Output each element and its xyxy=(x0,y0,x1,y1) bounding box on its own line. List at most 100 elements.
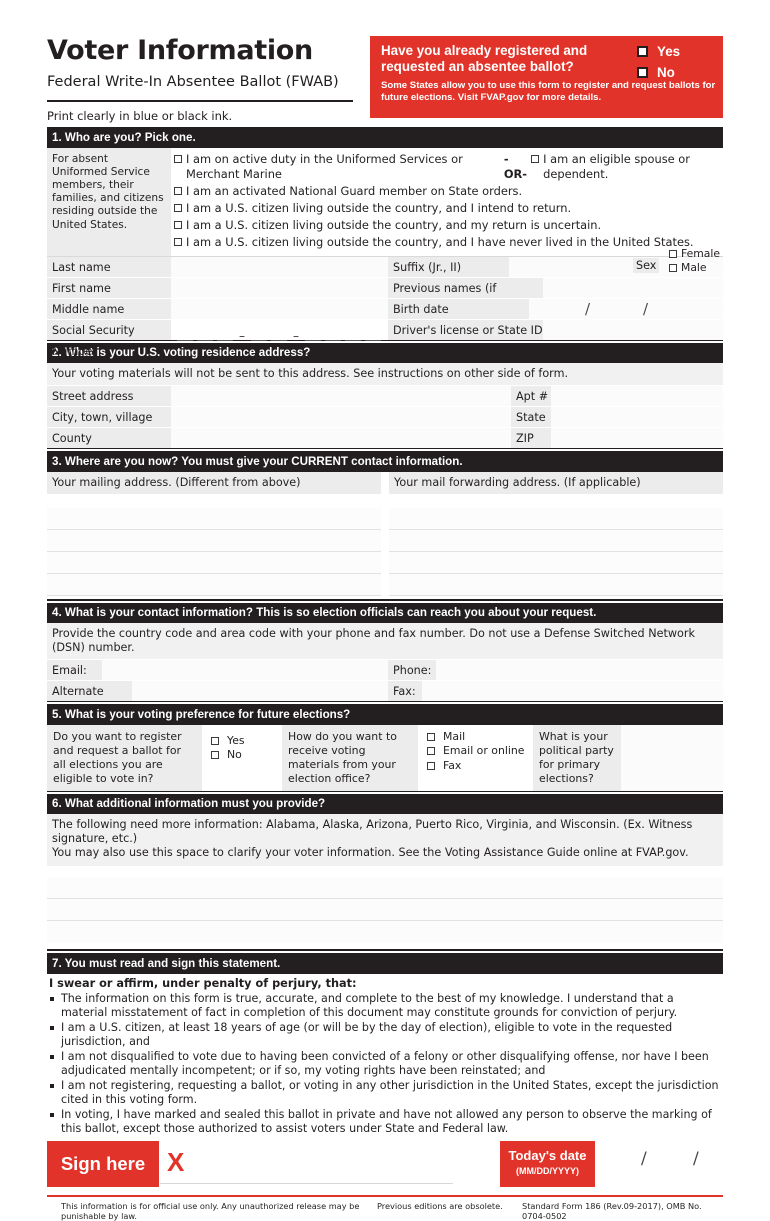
ssn-input[interactable]: – – xyxy=(171,319,388,343)
section-2-note: Your voting materials will not be sent t… xyxy=(47,363,723,387)
checkbox-icon[interactable] xyxy=(427,732,435,741)
apt-input[interactable] xyxy=(551,386,723,407)
checkbox-icon[interactable] xyxy=(174,154,182,163)
row-county: County ZIP xyxy=(47,428,723,450)
option-citizen-intend-return[interactable]: I am a U.S. citizen living outside the c… xyxy=(174,201,723,217)
checkbox-icon[interactable] xyxy=(669,250,677,259)
political-party-question: What is your political party for primary… xyxy=(533,724,621,791)
section-3-heading: 3. Where are you now? You must give your… xyxy=(47,451,723,472)
ssn-dash-icon: – xyxy=(239,328,245,343)
row-street-address: Street address Apt # xyxy=(47,386,723,408)
receive-email-option[interactable]: Email or online xyxy=(424,744,527,759)
affirmation-bullet-text: The information on this form is true, ac… xyxy=(61,991,678,1019)
mailing-address-line[interactable] xyxy=(47,529,381,552)
email-input[interactable] xyxy=(102,660,388,681)
checkbox-icon[interactable] xyxy=(669,264,677,273)
register-no-option[interactable]: No xyxy=(208,748,276,763)
affirmation-bullet-text: I am not disqualified to vote due to hav… xyxy=(61,1049,709,1077)
city-input[interactable] xyxy=(171,407,511,428)
section-3-content: Your mailing address. (Different from ab… xyxy=(47,471,723,596)
ssn-digit[interactable] xyxy=(197,327,213,341)
ssn-digit[interactable] xyxy=(217,327,233,341)
middle-name-input[interactable] xyxy=(171,298,388,319)
ssn-digit[interactable] xyxy=(271,327,287,341)
affirmation-bullet: I am a U.S. citizen, at least 18 years o… xyxy=(47,1021,723,1049)
affirmation-bullet-text: I am a U.S. citizen, at least 18 years o… xyxy=(61,1020,673,1048)
county-input[interactable] xyxy=(171,428,511,449)
state-input[interactable] xyxy=(551,407,723,428)
alternate-email-input[interactable] xyxy=(132,681,388,702)
checkbox-icon[interactable] xyxy=(174,187,182,196)
section-1-content: For absent Uniformed Service members, th… xyxy=(47,147,723,257)
receive-fax-option[interactable]: Fax xyxy=(424,759,527,774)
row-email: Email: Phone: xyxy=(47,660,723,682)
forwarding-address-line[interactable] xyxy=(389,573,723,596)
mailing-address-line[interactable] xyxy=(47,507,381,530)
checkbox-icon[interactable] xyxy=(637,67,648,78)
registered-question-text: Have you already registered and requeste… xyxy=(381,43,588,74)
date-slash-icon: / xyxy=(643,299,649,318)
additional-info-line[interactable] xyxy=(47,877,723,900)
row-first-name: First name Previous names (if applicable… xyxy=(47,277,723,316)
section-1-options: I am on active duty in the Uniformed Ser… xyxy=(171,147,723,256)
bullet-square-icon xyxy=(50,996,54,1001)
mailing-address-line[interactable] xyxy=(47,573,381,596)
checkbox-icon[interactable] xyxy=(211,751,219,760)
additional-info-line[interactable] xyxy=(47,899,723,922)
fax-input[interactable] xyxy=(422,681,723,702)
additional-info-line[interactable] xyxy=(47,921,723,944)
registered-answer-group: Yes No xyxy=(637,44,713,86)
checkbox-icon[interactable] xyxy=(637,46,648,57)
drivers-license-input[interactable] xyxy=(543,319,723,340)
mailing-address-column: Your mailing address. (Different from ab… xyxy=(47,471,381,596)
signature-line[interactable] xyxy=(160,1182,453,1184)
suffix-label: Suffix (Jr., II) xyxy=(388,256,509,277)
section-2-heading: 2. What is your U.S. voting residence ad… xyxy=(47,342,723,364)
checkbox-icon[interactable] xyxy=(174,238,182,247)
checkbox-icon[interactable] xyxy=(427,747,435,756)
alternate-email-label: Alternate email: xyxy=(47,681,132,719)
ssn-digit[interactable] xyxy=(345,327,361,341)
checkbox-icon[interactable] xyxy=(211,736,219,745)
row-city: City, town, village State xyxy=(47,407,723,429)
political-party-input[interactable] xyxy=(621,724,723,791)
checkbox-icon[interactable] xyxy=(174,204,182,213)
ssn-digit[interactable] xyxy=(325,327,341,341)
checkbox-icon[interactable] xyxy=(531,154,540,163)
sex-male-option[interactable]: Male xyxy=(669,261,707,274)
todays-date-input[interactable]: / / xyxy=(603,1141,723,1187)
option-active-duty[interactable]: I am on active duty in the Uniformed Ser… xyxy=(174,152,723,183)
checkbox-icon[interactable] xyxy=(174,221,182,230)
ssn-digit[interactable] xyxy=(251,327,267,341)
todays-date-badge: Today's date (MM/DD/YYYY) xyxy=(500,1140,595,1187)
forwarding-address-line[interactable] xyxy=(389,507,723,530)
section-5-content: Do you want to register and request a ba… xyxy=(47,724,723,792)
first-name-input[interactable] xyxy=(171,277,388,298)
receive-mail-option[interactable]: Mail xyxy=(424,730,527,745)
registered-yes-label: Yes xyxy=(657,44,681,59)
zip-input[interactable] xyxy=(551,428,723,449)
checkbox-icon[interactable] xyxy=(427,762,435,771)
receive-fax-label: Fax xyxy=(443,758,462,772)
register-yes-option[interactable]: Yes xyxy=(208,734,276,749)
form-body: 1. Who are you? Pick one. For absent Uni… xyxy=(47,127,723,1221)
option-national-guard[interactable]: I am an activated National Guard member … xyxy=(174,184,723,200)
birth-date-input[interactable]: / / xyxy=(529,298,723,319)
street-address-input[interactable] xyxy=(171,386,511,407)
ssn-digit[interactable] xyxy=(177,327,193,341)
forwarding-address-line[interactable] xyxy=(389,551,723,574)
last-name-input[interactable] xyxy=(171,256,388,277)
city-label: City, town, village xyxy=(47,407,171,428)
phone-label: Phone: xyxy=(388,660,436,681)
phone-input[interactable] xyxy=(436,660,723,681)
sex-male-label: Male xyxy=(681,260,707,274)
sex-female-option[interactable]: Female xyxy=(669,247,720,260)
ssn-digit[interactable] xyxy=(365,327,381,341)
registered-yes-option[interactable]: Yes xyxy=(637,44,713,59)
mailing-address-line[interactable] xyxy=(47,551,381,574)
option-citizen-uncertain[interactable]: I am a U.S. citizen living outside the c… xyxy=(174,218,723,234)
ssn-digit[interactable] xyxy=(305,327,321,341)
registered-no-label: No xyxy=(657,65,675,80)
forwarding-address-line[interactable] xyxy=(389,529,723,552)
registered-no-option[interactable]: No xyxy=(637,65,713,80)
